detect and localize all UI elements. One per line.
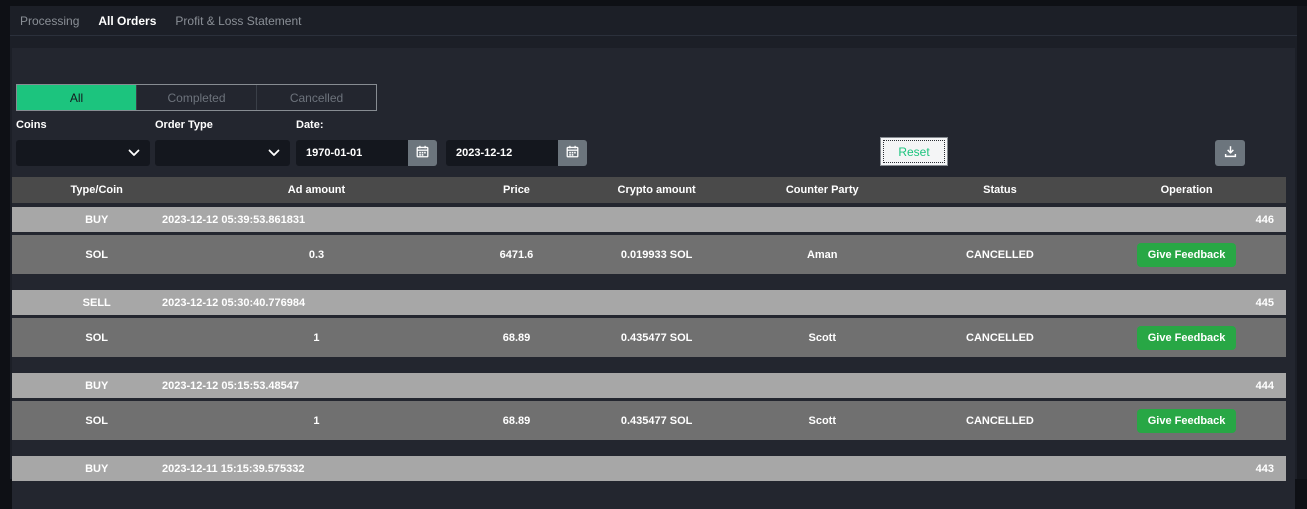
order-summary-row: SELL 2023-12-12 05:30:40.776984 445 bbox=[12, 290, 1286, 315]
chevron-down-icon bbox=[128, 144, 140, 162]
price-cell: 6471.6 bbox=[452, 249, 582, 261]
status-filter-tabs: All Completed Cancelled bbox=[16, 84, 377, 111]
operation-cell: Give Feedback bbox=[1087, 243, 1286, 267]
col-header-counter-party: Counter Party bbox=[732, 184, 913, 196]
order-type-label: Order Type bbox=[155, 119, 213, 131]
order-detail-row: SOL 1 68.89 0.435477 SOL Scott CANCELLED… bbox=[12, 318, 1286, 357]
order-type: BUY bbox=[12, 380, 181, 392]
order-detail-row: SOL 0.3 6471.6 0.019933 SOL Aman CANCELL… bbox=[12, 235, 1286, 274]
col-header-status: Status bbox=[913, 184, 1088, 196]
order-detail-row: SOL 1 68.89 0.435477 SOL Scott CANCELLED… bbox=[12, 401, 1286, 440]
order-type-select[interactable] bbox=[155, 140, 290, 166]
calendar-icon bbox=[566, 145, 579, 161]
nav-tab[interactable]: All Orders bbox=[98, 14, 156, 28]
ad-amount-cell: 1 bbox=[181, 415, 451, 427]
give-feedback-button[interactable]: Give Feedback bbox=[1137, 409, 1237, 433]
give-feedback-button[interactable]: Give Feedback bbox=[1137, 326, 1237, 350]
chevron-down-icon bbox=[268, 144, 280, 162]
vertical-scrollbar[interactable] bbox=[1297, 6, 1307, 479]
orders-table-body: BUY 2023-12-12 05:39:53.861831 446 SOL 0… bbox=[12, 207, 1286, 481]
order-type: BUY bbox=[12, 463, 181, 475]
col-header-type-coin: Type/Coin bbox=[12, 184, 181, 196]
calendar-icon bbox=[416, 145, 429, 161]
nav-tab[interactable]: Profit & Loss Statement bbox=[175, 14, 301, 28]
status-cell: CANCELLED bbox=[913, 249, 1088, 261]
order-type: BUY bbox=[12, 214, 181, 226]
ad-amount-cell: 0.3 bbox=[181, 249, 451, 261]
counter-party-cell: Scott bbox=[732, 332, 913, 344]
order-number: 445 bbox=[1256, 297, 1286, 309]
status-tab[interactable]: Completed bbox=[136, 85, 256, 110]
date-to-input[interactable] bbox=[446, 140, 558, 166]
col-header-price: Price bbox=[452, 184, 582, 196]
orders-table: Type/Coin Ad amount Price Crypto amount … bbox=[12, 177, 1286, 481]
give-feedback-button[interactable]: Give Feedback bbox=[1137, 243, 1237, 267]
col-header-operation: Operation bbox=[1087, 184, 1286, 196]
order-timestamp: 2023-12-12 05:30:40.776984 bbox=[162, 297, 305, 309]
coin-cell: SOL bbox=[12, 249, 181, 261]
table-header-row: Type/Coin Ad amount Price Crypto amount … bbox=[12, 177, 1286, 203]
order-group: BUY 2023-12-11 15:15:39.575332 443 bbox=[12, 456, 1286, 481]
coins-select[interactable] bbox=[16, 140, 150, 166]
date-from-group bbox=[296, 140, 437, 166]
counter-party-cell: Scott bbox=[732, 415, 913, 427]
download-icon bbox=[1224, 145, 1237, 161]
ad-amount-cell: 1 bbox=[181, 332, 451, 344]
coin-cell: SOL bbox=[12, 332, 181, 344]
date-from-picker-button[interactable] bbox=[408, 140, 437, 166]
crypto-amount-cell: 0.435477 SOL bbox=[581, 332, 731, 344]
coins-label: Coins bbox=[16, 119, 47, 131]
order-number: 446 bbox=[1256, 214, 1286, 226]
orders-panel: All Completed Cancelled Coins Order Type… bbox=[12, 48, 1295, 509]
order-number: 443 bbox=[1256, 463, 1286, 475]
order-timestamp: 2023-12-12 05:15:53.48547 bbox=[162, 380, 299, 392]
export-button[interactable] bbox=[1215, 140, 1245, 166]
order-summary-row: BUY 2023-12-11 15:15:39.575332 443 bbox=[12, 456, 1286, 481]
status-tab[interactable]: Cancelled bbox=[256, 85, 376, 110]
status-cell: CANCELLED bbox=[913, 415, 1088, 427]
nav-tab[interactable]: Processing bbox=[20, 14, 79, 28]
order-timestamp: 2023-12-12 05:39:53.861831 bbox=[162, 214, 305, 226]
crypto-amount-cell: 0.019933 SOL bbox=[581, 249, 731, 261]
status-cell: CANCELLED bbox=[913, 332, 1088, 344]
counter-party-cell: Aman bbox=[732, 249, 913, 261]
price-cell: 68.89 bbox=[452, 415, 582, 427]
operation-cell: Give Feedback bbox=[1087, 326, 1286, 350]
date-from-input[interactable] bbox=[296, 140, 408, 166]
order-summary-row: BUY 2023-12-12 05:15:53.48547 444 bbox=[12, 373, 1286, 398]
order-number: 444 bbox=[1256, 380, 1286, 392]
order-group: BUY 2023-12-12 05:15:53.48547 444 SOL 1 … bbox=[12, 373, 1286, 440]
order-summary-row: BUY 2023-12-12 05:39:53.861831 446 bbox=[12, 207, 1286, 232]
coin-cell: SOL bbox=[12, 415, 181, 427]
order-timestamp: 2023-12-11 15:15:39.575332 bbox=[162, 463, 305, 475]
status-tab[interactable]: All bbox=[17, 85, 136, 110]
top-nav: Processing All Orders Profit & Loss Stat… bbox=[10, 6, 1297, 36]
operation-cell: Give Feedback bbox=[1087, 409, 1286, 433]
price-cell: 68.89 bbox=[452, 332, 582, 344]
col-header-crypto-amount: Crypto amount bbox=[581, 184, 731, 196]
order-group: BUY 2023-12-12 05:39:53.861831 446 SOL 0… bbox=[12, 207, 1286, 274]
crypto-amount-cell: 0.435477 SOL bbox=[581, 415, 731, 427]
date-to-picker-button[interactable] bbox=[558, 140, 587, 166]
order-group: SELL 2023-12-12 05:30:40.776984 445 SOL … bbox=[12, 290, 1286, 357]
app-window: Processing All Orders Profit & Loss Stat… bbox=[10, 6, 1297, 479]
date-label: Date: bbox=[296, 119, 324, 131]
reset-button[interactable]: Reset bbox=[880, 137, 948, 166]
col-header-ad-amount: Ad amount bbox=[181, 184, 451, 196]
order-type: SELL bbox=[12, 297, 181, 309]
date-to-group bbox=[446, 140, 587, 166]
